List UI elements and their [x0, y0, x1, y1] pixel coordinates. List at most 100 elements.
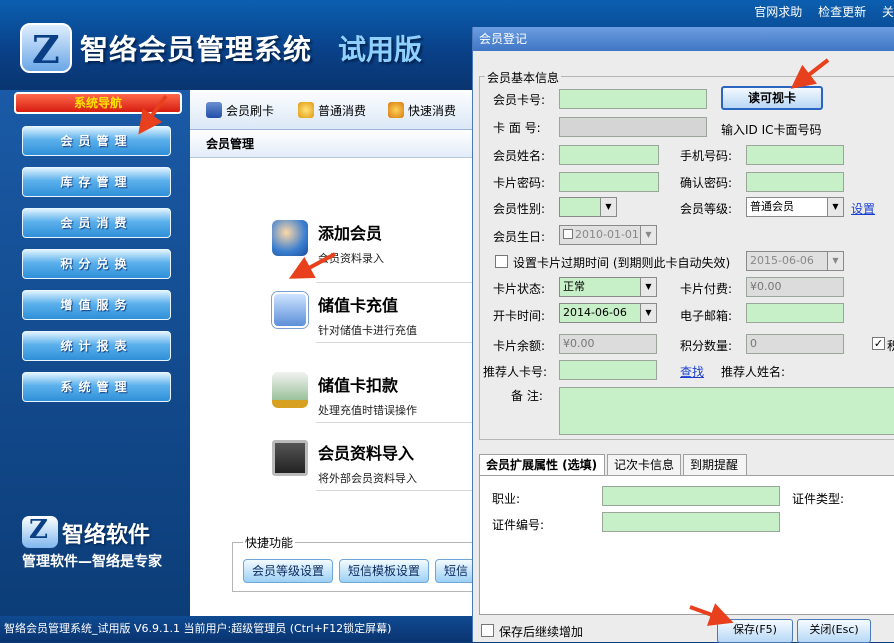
read-card-button[interactable]: 读可视卡	[721, 86, 823, 110]
sidebar: 系统导航 会员管理 库存管理 会员消费 积分兑换 增值服务 统计报表 系统管理 …	[0, 90, 190, 616]
referrer-card-input[interactable]	[559, 360, 657, 380]
balance-input[interactable]: ¥0.00	[559, 334, 657, 354]
expire-date-value: 2015-06-06	[750, 254, 814, 267]
id-type-label: 证件类型:	[792, 492, 845, 506]
save-button[interactable]: 保存(F5)	[717, 619, 793, 643]
feature-divider	[316, 342, 476, 343]
points-input[interactable]: 0	[746, 334, 844, 354]
expire-checkbox-label: 设置卡片过期时间 (到期则此卡自动失效)	[513, 256, 731, 270]
referrer-card-label: 推荐人卡号:	[483, 365, 548, 379]
feature-stored-value-recharge[interactable]: 储值卡充值 针对储值卡进行充值	[272, 292, 478, 338]
sms-template-settings-button[interactable]: 短信模板设置	[339, 559, 429, 583]
extended-attributes-panel: 职业: 证件类型: 证件编号:	[479, 475, 894, 615]
feature-recharge-desc: 针对储值卡进行充值	[318, 324, 417, 337]
open-date-picker[interactable]: 2014-06-06 ▼	[559, 303, 657, 323]
id-number-input[interactable]	[602, 512, 780, 532]
name-input[interactable]	[559, 145, 659, 165]
toolbar: 会员刷卡 普通消费 快速消费	[190, 90, 472, 130]
level-select[interactable]: 普通会员 ▼	[746, 197, 844, 217]
email-label: 电子邮箱:	[680, 309, 733, 323]
nav-member-management[interactable]: 会员管理	[22, 126, 171, 156]
member-level-settings-button[interactable]: 会员等级设置	[243, 559, 333, 583]
chevron-down-icon: ▼	[827, 198, 843, 216]
main-panel-title: 会员管理	[190, 130, 472, 158]
remark-label: 备 注:	[511, 389, 543, 403]
toolbar-card-swipe-button[interactable]: 会员刷卡	[206, 100, 274, 122]
remark-textarea[interactable]	[559, 387, 894, 435]
card-no-input[interactable]	[559, 89, 707, 109]
toolbar-card-swipe-label: 会员刷卡	[226, 104, 275, 118]
nav-system-management[interactable]: 系统管理	[22, 372, 171, 402]
nav-inventory-management[interactable]: 库存管理	[22, 167, 171, 197]
tab-expiry-reminder[interactable]: 到期提醒	[683, 454, 747, 476]
dialog-title: 会员登记	[473, 27, 894, 51]
quick-pay-icon	[388, 102, 404, 118]
continue-add-label: 保存后继续增加	[499, 625, 584, 639]
occupation-input[interactable]	[602, 486, 780, 506]
member-register-dialog: 会员登记 会员基本信息 会员卡号: 读可视卡 卡 面 号: 输入ID IC卡面号…	[472, 27, 894, 643]
card-fee-input[interactable]: ¥0.00	[746, 277, 844, 297]
nav-statistics-reports[interactable]: 统计报表	[22, 331, 171, 361]
expire-date-picker[interactable]: 2015-06-06 ▼	[746, 251, 844, 271]
continue-add-checkbox[interactable]	[481, 624, 494, 637]
card-face-no-input[interactable]	[559, 117, 707, 137]
money-bag-icon	[298, 102, 314, 118]
app-title: 智络会员管理系统	[80, 33, 313, 66]
logo-letter: Z	[32, 27, 60, 72]
feature-add-member-desc: 会员资料录入	[318, 252, 384, 265]
points-label: 积分数量:	[680, 339, 733, 353]
status-bar: 智络会员管理系统_试用版 V6.9.1.1 当前用户:超级管理员 (Ctrl+F…	[0, 616, 472, 642]
referrer-lookup-link[interactable]: 查找	[680, 363, 704, 380]
birthday-label: 会员生日:	[493, 230, 546, 244]
balance-label: 卡片余额:	[493, 339, 546, 353]
phone-label: 手机号码:	[680, 149, 733, 163]
level-settings-link[interactable]: 设置	[851, 200, 875, 217]
points-checkbox[interactable]: ✓	[872, 337, 885, 350]
birthday-checkbox[interactable]	[563, 229, 573, 239]
main-panel: 会员管理 添加会员 会员资料录入 储值卡充值 针对储值卡进行充值 储值卡扣款 处…	[190, 130, 476, 616]
chevron-down-icon: ▼	[640, 278, 656, 296]
confirm-password-input[interactable]	[746, 172, 844, 192]
expire-checkbox[interactable]	[495, 255, 508, 268]
card-password-label: 卡片密码:	[493, 176, 546, 190]
toolbar-normal-consumption-label: 普通消费	[318, 104, 367, 118]
quick-functions-box: 快捷功能 会员等级设置 短信模板设置 短信	[232, 534, 475, 592]
card-password-input[interactable]	[559, 172, 659, 192]
feature-deduction-title: 储值卡扣款	[318, 376, 399, 395]
toolbar-quick-consumption-label: 快速消费	[408, 104, 457, 118]
nav-value-added-services[interactable]: 增值服务	[22, 290, 171, 320]
brand-logo-letter: Z	[29, 515, 48, 545]
email-input[interactable]	[746, 303, 844, 323]
sms-button[interactable]: 短信	[435, 559, 475, 583]
card-face-hint: 输入ID IC卡面号码	[721, 123, 822, 137]
sidebar-title: 系统导航	[14, 92, 182, 114]
quick-functions-label: 快捷功能	[243, 534, 296, 551]
chevron-down-icon: ▼	[640, 226, 656, 244]
birthday-picker[interactable]: 2010-01-01 ▼	[559, 225, 657, 245]
feature-recharge-title: 储值卡充值	[318, 296, 399, 315]
gender-select[interactable]: ▼	[559, 197, 617, 217]
feature-member-import[interactable]: 会员资料导入 将外部会员资料导入	[272, 440, 478, 486]
phone-input[interactable]	[746, 145, 844, 165]
feature-stored-value-deduction[interactable]: 储值卡扣款 处理充值时错误操作	[272, 372, 478, 418]
help-link[interactable]: 官网求助	[754, 5, 802, 19]
check-update-link[interactable]: 检查更新	[818, 5, 866, 19]
toolbar-normal-consumption-button[interactable]: 普通消费	[298, 100, 366, 122]
id-number-label: 证件编号:	[492, 518, 545, 532]
card-no-label: 会员卡号:	[493, 93, 546, 107]
tab-extended-attributes[interactable]: 会员扩展属性 (选填)	[479, 454, 605, 477]
birthday-value: 2010-01-01	[575, 228, 639, 241]
chevron-down-icon: ▼	[827, 252, 843, 270]
brand-slogan: 管理软件—智络是专家	[22, 554, 162, 570]
nav-member-consumption[interactable]: 会员消费	[22, 208, 171, 238]
close-button[interactable]: 关闭(Esc)	[797, 619, 871, 643]
feature-add-member[interactable]: 添加会员 会员资料录入	[272, 220, 478, 266]
toolbar-quick-consumption-button[interactable]: 快速消费	[388, 100, 456, 122]
nav-points-exchange[interactable]: 积分兑换	[22, 249, 171, 279]
confirm-password-label: 确认密码:	[680, 176, 733, 190]
about-link[interactable]: 关	[882, 5, 894, 19]
deduction-chart-icon	[272, 372, 308, 408]
top-links: 官网求助 检查更新 关	[742, 3, 894, 20]
tab-count-card-info[interactable]: 记次卡信息	[607, 454, 681, 476]
card-status-select[interactable]: 正常 ▼	[559, 277, 657, 297]
